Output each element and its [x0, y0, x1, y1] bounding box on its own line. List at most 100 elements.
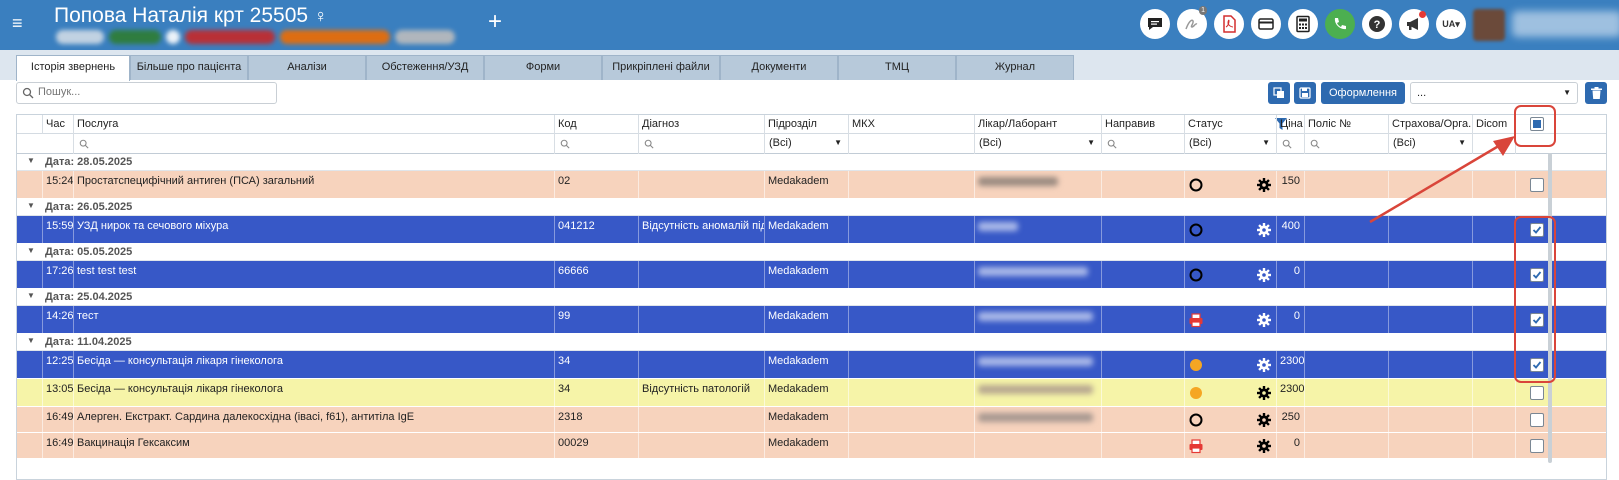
tab-history[interactable]: Історія звернень — [16, 55, 130, 81]
gear-icon[interactable] — [1256, 312, 1272, 328]
signature-icon[interactable]: 1 — [1177, 6, 1207, 39]
cell-service: Вакцинація Гексаксим — [73, 433, 554, 458]
delete-button[interactable] — [1585, 82, 1607, 104]
cell-price: 2300 — [1276, 351, 1304, 378]
chevron-down-icon: ▼ — [27, 156, 35, 165]
filter-code[interactable] — [554, 134, 638, 154]
chat-icon[interactable] — [1140, 9, 1170, 39]
status-orange-circle-icon[interactable] — [1188, 385, 1204, 401]
gear-icon[interactable] — [1256, 267, 1272, 283]
gear-icon[interactable] — [1256, 222, 1272, 238]
cell-mkh — [848, 171, 974, 198]
table-row[interactable]: 17:26 test test test 66666 Medakadem 0 — [17, 261, 1606, 289]
tab-examinations[interactable]: Обстеження/УЗД — [366, 55, 484, 80]
column-department[interactable]: Підрозділ — [764, 115, 848, 134]
hamburger-icon[interactable]: ≡ — [12, 14, 23, 32]
status-empty-circle-icon[interactable] — [1188, 222, 1204, 238]
table-row[interactable]: 14:26 тест 99 Medakadem 0 — [17, 306, 1606, 334]
filter-department[interactable]: (Всі) ▼ — [764, 134, 848, 154]
megaphone-icon[interactable] — [1399, 9, 1429, 39]
gear-icon[interactable] — [1256, 438, 1272, 454]
column-referred[interactable]: Направив — [1101, 115, 1184, 134]
filter-status[interactable]: (Всі) ▼ — [1184, 134, 1276, 154]
column-doctor[interactable]: Лікар/Лаборант — [974, 115, 1101, 134]
group-header[interactable]: ▼ Дата: 25.04.2025 — [17, 289, 1606, 306]
cell-diagnosis — [638, 261, 764, 288]
cell-dicom — [1472, 351, 1515, 378]
table-row[interactable]: 16:49 Вакцинація Гексаксим 00029 Medakad… — [17, 433, 1606, 459]
row-checkbox[interactable] — [1530, 178, 1544, 192]
chevron-down-icon: ▼ — [1262, 138, 1270, 147]
card-icon[interactable] — [1251, 9, 1281, 39]
user-name-blurred[interactable] — [1512, 11, 1619, 37]
group-header[interactable]: ▼ Дата: 05.05.2025 — [17, 244, 1606, 261]
filter-price[interactable] — [1276, 134, 1304, 154]
gear-icon[interactable] — [1256, 385, 1272, 401]
cell-insurer — [1388, 433, 1472, 458]
badge-blurred — [109, 30, 161, 44]
tab-journal[interactable]: Журнал — [956, 55, 1074, 80]
action-select[interactable]: ... ▼ — [1410, 82, 1578, 104]
tab-attached-files[interactable]: Прикріплені файли — [602, 55, 720, 80]
column-time[interactable]: Час — [42, 115, 73, 134]
phone-icon[interactable] — [1325, 9, 1355, 39]
printer-icon[interactable] — [1188, 312, 1204, 328]
row-checkbox[interactable] — [1530, 413, 1544, 427]
status-empty-circle-icon[interactable] — [1188, 177, 1204, 193]
status-orange-circle-icon[interactable] — [1188, 357, 1204, 373]
group-header[interactable]: ▼ Дата: 11.04.2025 — [17, 334, 1606, 351]
column-price[interactable]: Ціна — [1276, 115, 1304, 134]
cell-doctor — [974, 379, 1101, 406]
cell-doctor — [974, 351, 1101, 378]
filter-service[interactable] — [73, 134, 554, 154]
status-empty-circle-icon[interactable] — [1188, 412, 1204, 428]
filter-mkh[interactable] — [848, 134, 974, 154]
tab-documents[interactable]: Документи — [720, 55, 838, 80]
row-checkbox[interactable] — [1530, 386, 1544, 400]
column-service[interactable]: Послуга — [73, 115, 554, 134]
tab-tmc[interactable]: ТМЦ — [838, 55, 956, 80]
gear-icon[interactable] — [1256, 177, 1272, 193]
tab-forms[interactable]: Форми — [484, 55, 602, 80]
cell-diagnosis — [638, 433, 764, 458]
search-input[interactable] — [38, 86, 268, 98]
filter-doctor[interactable]: (Всі) ▼ — [974, 134, 1101, 154]
group-date-label: Дата: 26.05.2025 — [45, 201, 133, 213]
search-input-wrapper[interactable] — [16, 82, 277, 104]
cell-time: 17:26 — [42, 261, 73, 288]
tab-about-patient[interactable]: Більше про пацієнта — [130, 55, 248, 80]
status-empty-circle-icon[interactable] — [1188, 267, 1204, 283]
doctor-name-blurred — [978, 177, 1058, 186]
language-switch[interactable]: UA▾ — [1436, 9, 1466, 39]
avatar[interactable] — [1473, 9, 1505, 41]
search-icon — [1310, 139, 1320, 149]
cell-insurer — [1388, 261, 1472, 288]
annotation-highlight-checked-rows — [1514, 216, 1556, 383]
column-diagnosis[interactable]: Діагноз — [638, 115, 764, 134]
table-row[interactable]: 16:49 Алерген. Екстракт. Сардина далекос… — [17, 407, 1606, 433]
copy-button[interactable] — [1268, 82, 1290, 104]
tab-analyses[interactable]: Аналізи — [248, 55, 366, 80]
row-checkbox[interactable] — [1530, 439, 1544, 453]
column-code[interactable]: Код — [554, 115, 638, 134]
save-button[interactable] — [1294, 82, 1316, 104]
cell-referred — [1101, 171, 1184, 198]
cell-mkh — [848, 261, 974, 288]
gear-icon[interactable] — [1256, 357, 1272, 373]
column-status[interactable]: Статус — [1184, 115, 1276, 134]
table-row[interactable]: 13:05 Бесіда — консультація лікаря гінек… — [17, 379, 1606, 407]
column-mkh[interactable]: МКХ — [848, 115, 974, 134]
cell-dicom — [1472, 407, 1515, 432]
filter-referred[interactable] — [1101, 134, 1184, 154]
registration-button[interactable]: Оформлення — [1321, 82, 1405, 104]
add-icon[interactable]: + — [488, 9, 502, 35]
calculator-icon[interactable] — [1288, 9, 1318, 39]
cell-dicom — [1472, 379, 1515, 406]
help-icon[interactable]: ? — [1362, 9, 1392, 39]
printer-icon[interactable] — [1188, 438, 1204, 454]
table-row[interactable]: 12:25 Бесіда — консультація лікаря гінек… — [17, 351, 1606, 379]
pdf-icon[interactable] — [1214, 9, 1244, 39]
gear-icon[interactable] — [1256, 412, 1272, 428]
doctor-name-blurred — [978, 385, 1093, 394]
filter-diagnosis[interactable] — [638, 134, 764, 154]
